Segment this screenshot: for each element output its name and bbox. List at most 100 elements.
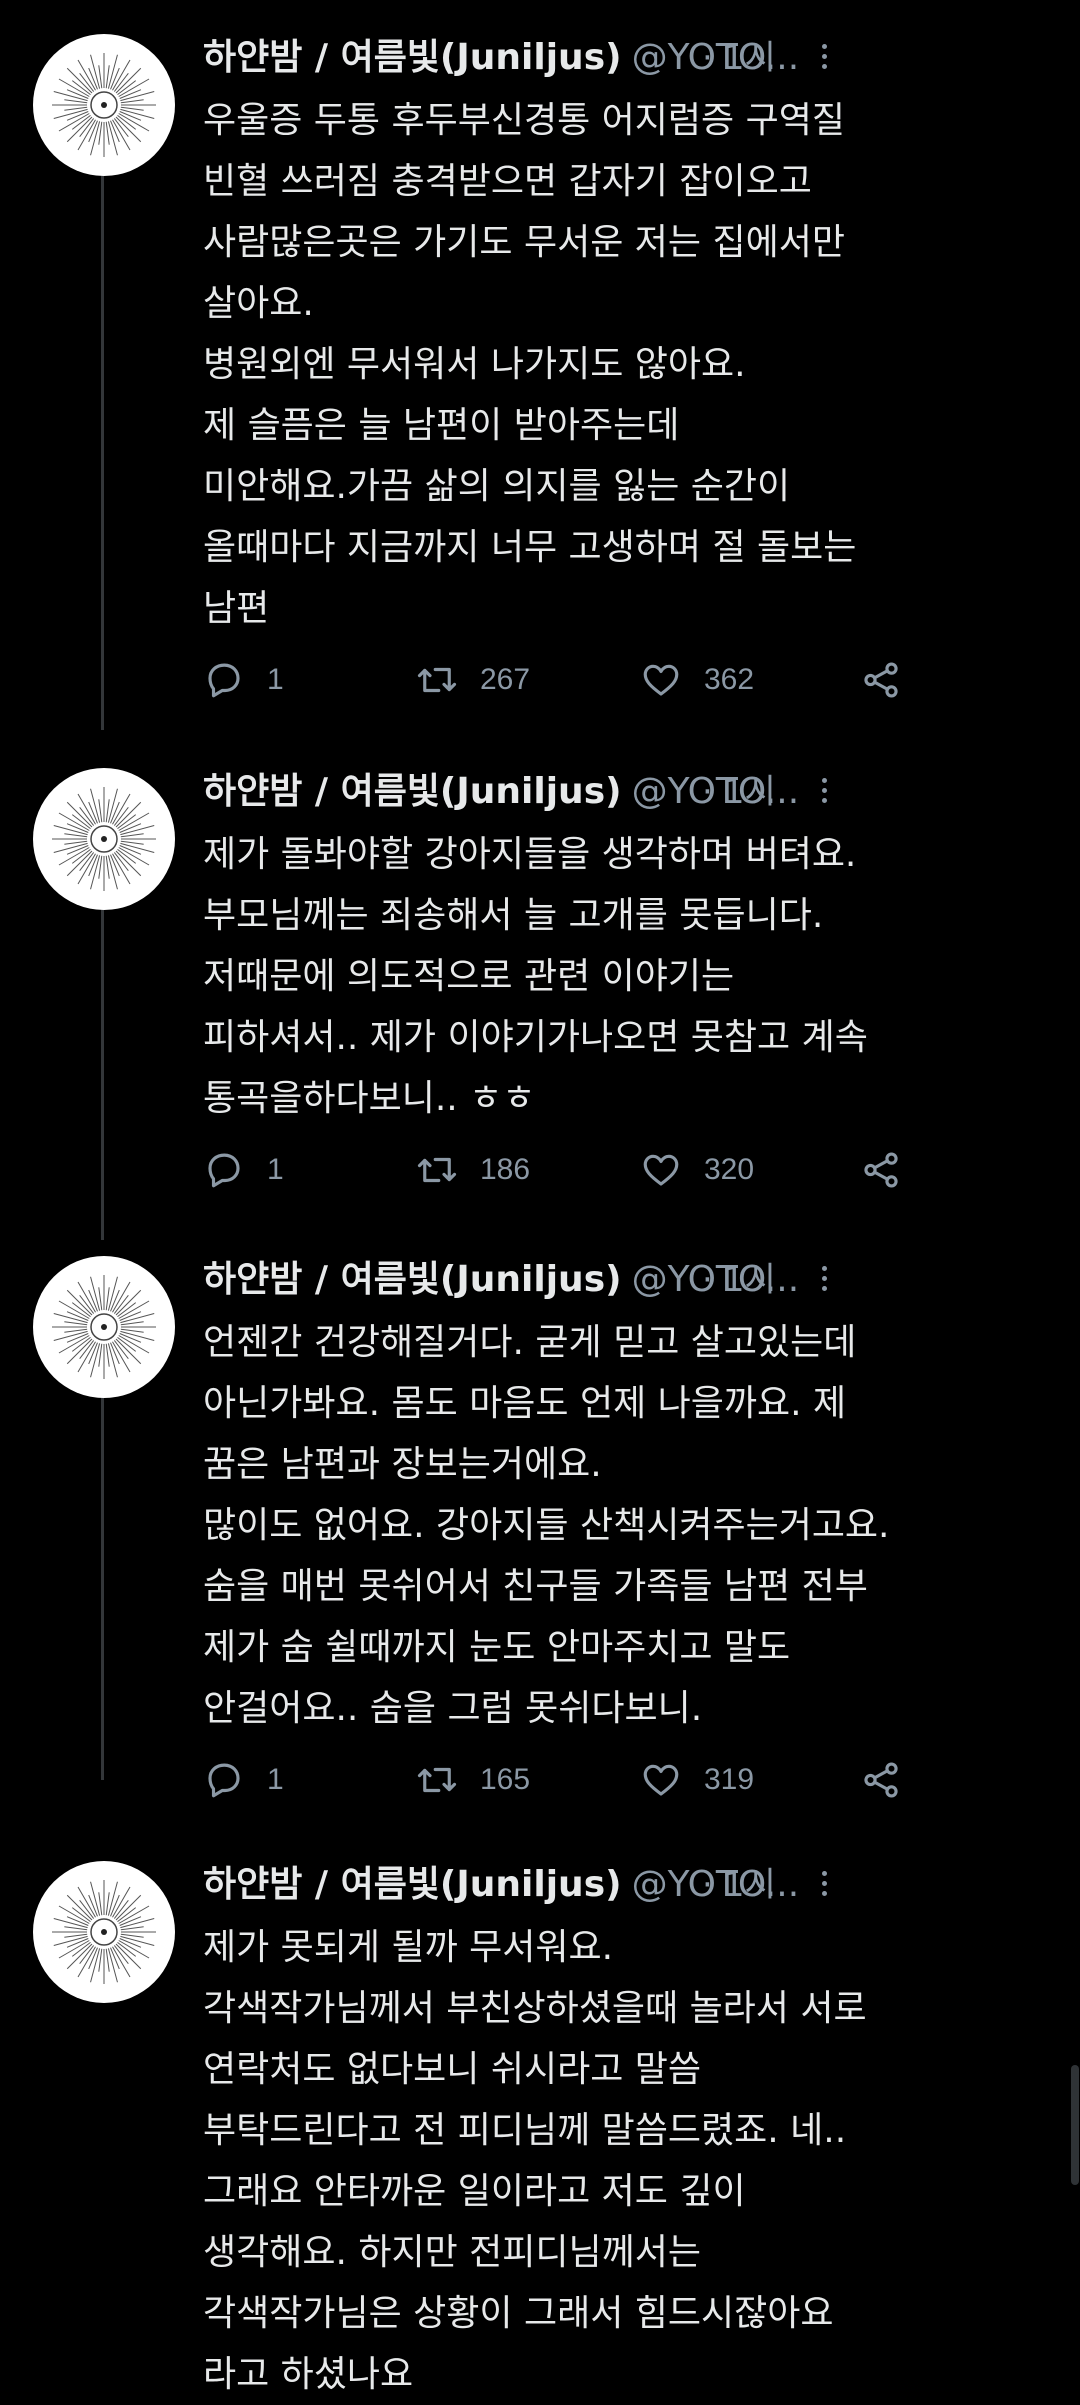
thread-line bbox=[101, 160, 104, 730]
reply-button[interactable]: 1 bbox=[203, 655, 284, 705]
tweet-text-line: 제가 못되게 될까 무서워요. bbox=[203, 1927, 614, 1968]
tweet-text-line: 통곡을하다보니.. ㅎㅎ bbox=[203, 1078, 536, 1119]
share-button[interactable] bbox=[860, 655, 902, 705]
timestamp-value: 1시 bbox=[722, 38, 776, 78]
heart-icon bbox=[643, 664, 679, 696]
tweet-text-line: 사람많은곳은 가기도 무서운 저는 집에서만 bbox=[203, 222, 845, 263]
tweet-text: 제가 못되게 될까 무서워요. 각색작가님께서 부친상하셨을때 놀라서 서로연락처… bbox=[203, 1917, 1033, 2405]
share-button[interactable] bbox=[860, 1755, 902, 1805]
tweet-text-line: 저때문에 의도적으로 관련 이야기는 bbox=[203, 956, 735, 997]
tweet-text-line: 연락처도 없다보니 쉬시라고 말씀 bbox=[203, 2049, 702, 2090]
sun-burst-icon bbox=[52, 787, 156, 891]
sun-burst-icon bbox=[52, 53, 156, 157]
share-icon bbox=[864, 662, 898, 698]
reply-icon bbox=[208, 663, 240, 698]
tweet-text-line: 꿈은 남편과 장보는거에요. bbox=[203, 1444, 602, 1485]
like-count: 320 bbox=[704, 1153, 755, 1186]
tweet-text-line: 그래요 안타까운 일이라고 저도 깊이 bbox=[203, 2171, 746, 2212]
like-button[interactable]: 320 bbox=[640, 1145, 754, 1195]
thread-line bbox=[101, 900, 104, 1240]
timestamp[interactable]: · 1시 bbox=[702, 1855, 776, 1915]
tweet-text: 언젠간 건강해질거다. 굳게 믿고 살고있는데아닌가봐요. 몸도 마음도 언제 … bbox=[203, 1312, 1033, 1739]
reply-icon bbox=[208, 1763, 240, 1798]
like-count: 319 bbox=[704, 1763, 755, 1796]
retweet-icon bbox=[417, 1767, 457, 1793]
more-icon[interactable] bbox=[810, 1264, 838, 1298]
tweet-text-line: 제 슬픔은 늘 남편이 받아주는데 bbox=[203, 405, 680, 446]
timeline: 하얀밤 / 여름빛(Juniljus) @YOTO... · 1시 우울증 두통 후… bbox=[0, 0, 1080, 2395]
retweet-button[interactable]: 186 bbox=[416, 1145, 530, 1195]
tweet-header: 하얀밤 / 여름빛(Juniljus) @YOTO... bbox=[203, 28, 1073, 88]
sun-burst-icon bbox=[52, 1275, 156, 1379]
share-button[interactable] bbox=[860, 1145, 902, 1195]
scrollbar[interactable] bbox=[1071, 2065, 1079, 2185]
tweet-text-line: 각색작가님께서 부친상하셨을때 놀라서 서로 bbox=[203, 1988, 867, 2029]
retweet-count: 186 bbox=[480, 1153, 531, 1186]
share-icon bbox=[864, 1762, 898, 1798]
tweet-text-line: 숨을 매번 못쉬어서 친구들 가족들 남편 전부 bbox=[203, 1566, 868, 1607]
tweet-actions: 1 267 362 bbox=[203, 655, 963, 705]
display-name[interactable]: 하얀밤 / 여름빛(Juniljus) bbox=[203, 37, 622, 78]
tweet-text-line: 안걸어요.. 숨을 그럼 못쉬다보니. bbox=[203, 1688, 703, 1729]
tweet-text: 우울증 두통 후두부신경통 어지럼증 구역질빈혈 쓰러짐 충격받으면 갑자기 잡… bbox=[203, 90, 1033, 639]
tweet-actions: 1 165 319 bbox=[203, 1755, 963, 1805]
more-icon[interactable] bbox=[810, 1869, 838, 1903]
tweet-text-line: 각색작가님은 상황이 그래서 힘드시잖아요 bbox=[203, 2293, 834, 2334]
tweet-text-line: 많이도 없어요. 강아지들 산책시켜주는거고요. bbox=[203, 1505, 890, 1546]
tweet-text-line: 제가 숨 쉴때까지 눈도 안마주치고 말도 bbox=[203, 1627, 791, 1668]
like-button[interactable]: 362 bbox=[640, 655, 754, 705]
tweet-text-line: 남편 bbox=[203, 588, 270, 629]
like-count: 362 bbox=[704, 663, 755, 696]
avatar[interactable] bbox=[33, 1256, 175, 1398]
heart-icon bbox=[643, 1764, 679, 1796]
avatar[interactable] bbox=[33, 34, 175, 176]
timestamp[interactable]: · 1시 bbox=[702, 1250, 776, 1310]
tweet-text-line: 우울증 두통 후두부신경통 어지럼증 구역질 bbox=[203, 100, 845, 141]
tweet-text-line: 제가 돌봐야할 강아지들을 생각하며 버텨요. bbox=[203, 834, 857, 875]
timestamp-value: 1시 bbox=[722, 772, 776, 812]
tweet-text-line: 올때마다 지금까지 너무 고생하며 절 돌보는 bbox=[203, 527, 857, 568]
tweet-text-line: 빈혈 쓰러짐 충격받으면 갑자기 잡이오고 bbox=[203, 161, 812, 202]
reply-count: 1 bbox=[267, 663, 284, 696]
tweet-header: 하얀밤 / 여름빛(Juniljus) @YOTO... bbox=[203, 762, 1073, 822]
tweet-text-line: 라고 하셨나요 bbox=[203, 2354, 414, 2395]
timestamp-value: 1시 bbox=[722, 1260, 776, 1300]
share-icon bbox=[864, 1152, 898, 1188]
display-name[interactable]: 하얀밤 / 여름빛(Juniljus) bbox=[203, 771, 622, 812]
heart-icon bbox=[643, 1154, 679, 1186]
reply-button[interactable]: 1 bbox=[203, 1755, 284, 1805]
avatar[interactable] bbox=[33, 1861, 175, 2003]
reply-button[interactable]: 1 bbox=[203, 1145, 284, 1195]
tweet-text-line: 언젠간 건강해질거다. 굳게 믿고 살고있는데 bbox=[203, 1322, 857, 1363]
more-icon[interactable] bbox=[810, 42, 838, 76]
reply-count: 1 bbox=[267, 1153, 284, 1186]
like-button[interactable]: 319 bbox=[640, 1755, 754, 1805]
retweet-button[interactable]: 165 bbox=[416, 1755, 530, 1805]
more-icon[interactable] bbox=[810, 776, 838, 810]
tweet-header: 하얀밤 / 여름빛(Juniljus) @YOTO... bbox=[203, 1855, 1073, 1915]
tweet-actions: 1 186 320 bbox=[203, 1145, 963, 1195]
tweet-text-line: 생각해요. 하지만 전피디님께서는 bbox=[203, 2232, 702, 2273]
tweet-header: 하얀밤 / 여름빛(Juniljus) @YOTO... bbox=[203, 1250, 1073, 1310]
timestamp-value: 1시 bbox=[722, 1865, 776, 1905]
tweet-text-line: 미안해요.가끔 삶의 의지를 잃는 순간이 bbox=[203, 466, 791, 507]
tweet-text-line: 부모님께는 죄송해서 늘 고개를 못듭니다. bbox=[203, 895, 824, 936]
thread-line bbox=[101, 1340, 104, 1780]
tweet-text: 제가 돌봐야할 강아지들을 생각하며 버텨요. 부모님께는 죄송해서 늘 고개를 … bbox=[203, 824, 1033, 1129]
tweet-text-line: 아닌가봐요. 몸도 마음도 언제 나을까요. 제 bbox=[203, 1383, 847, 1424]
retweet-count: 267 bbox=[480, 663, 531, 696]
tweet-text-line: 병원외엔 무서워서 나가지도 않아요. bbox=[203, 344, 746, 385]
reply-count: 1 bbox=[267, 1763, 284, 1796]
tweet-text-line: 부탁드린다고 전 피디님께 말씀드렸죠. 네.. bbox=[203, 2110, 847, 2151]
display-name[interactable]: 하얀밤 / 여름빛(Juniljus) bbox=[203, 1259, 622, 1300]
reply-icon bbox=[208, 1153, 240, 1188]
avatar[interactable] bbox=[33, 768, 175, 910]
timestamp[interactable]: · 1시 bbox=[702, 762, 776, 822]
timestamp[interactable]: · 1시 bbox=[702, 28, 776, 88]
tweet-text-line: 살아요. bbox=[203, 283, 314, 324]
tweet-text-line: 피하셔서.. 제가 이야기가나오면 못참고 계속 bbox=[203, 1017, 868, 1058]
sun-burst-icon bbox=[52, 1880, 156, 1984]
retweet-icon bbox=[417, 667, 457, 693]
display-name[interactable]: 하얀밤 / 여름빛(Juniljus) bbox=[203, 1864, 622, 1905]
retweet-button[interactable]: 267 bbox=[416, 655, 530, 705]
